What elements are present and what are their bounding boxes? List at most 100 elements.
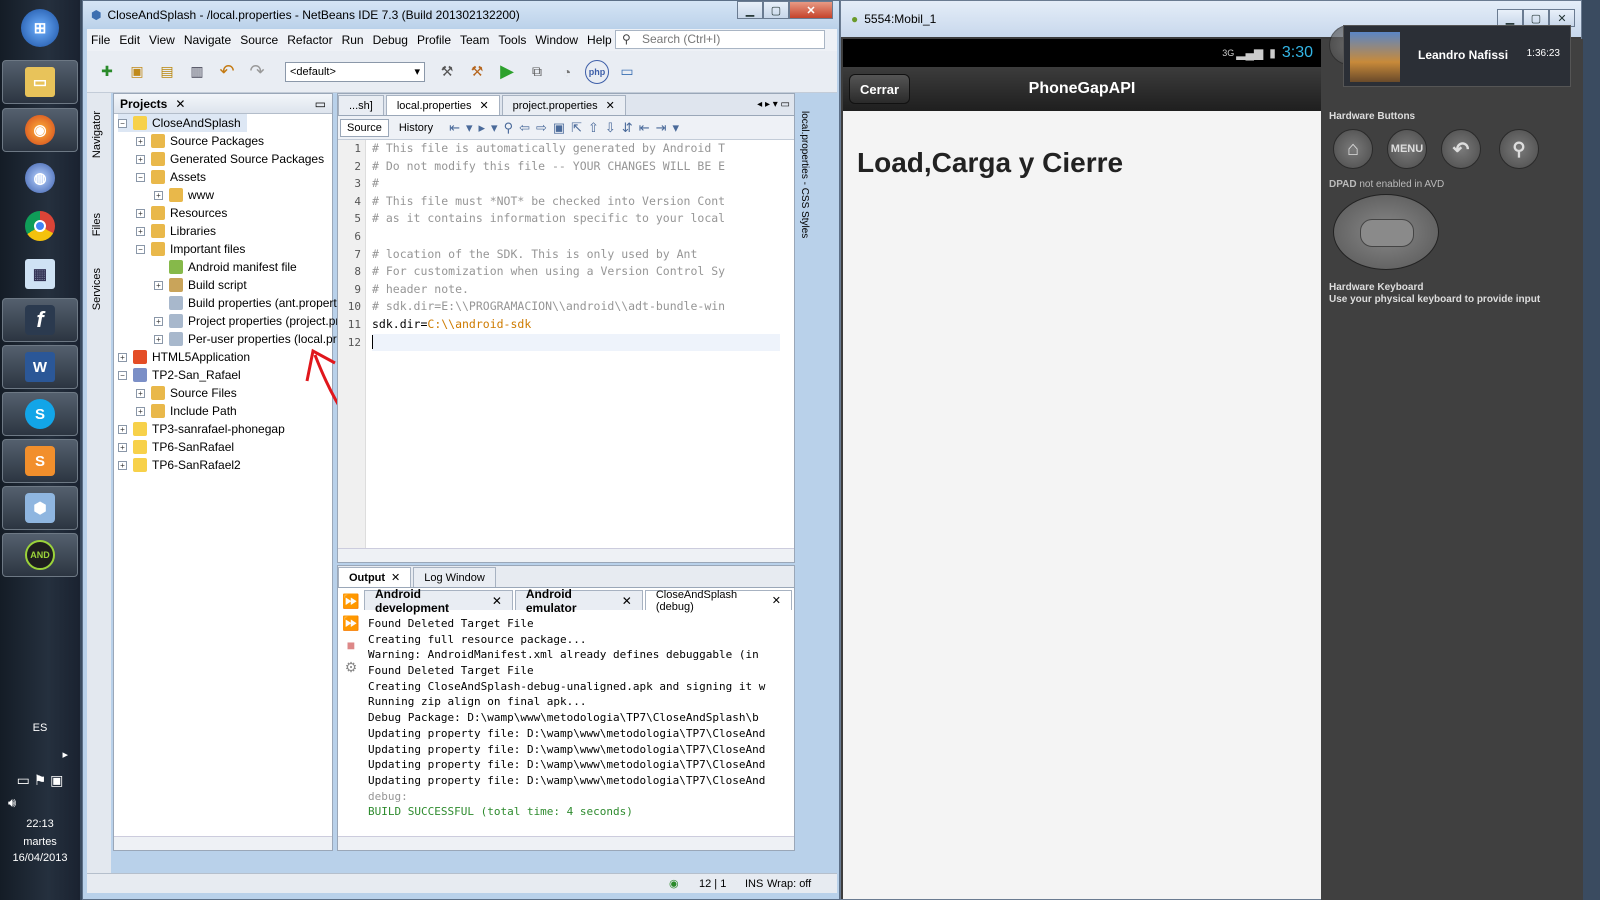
menu-help[interactable]: Help [587,33,612,47]
close-tab-icon[interactable]: ✕ [492,594,502,608]
dpad-center-button[interactable] [1360,219,1414,247]
back-icon[interactable]: ↶ [1441,129,1481,169]
menu-navigate[interactable]: Navigate [184,33,231,47]
taskbar-android[interactable]: AND [2,533,78,577]
language-indicator[interactable]: ES [0,722,80,734]
editor-tool-icons[interactable]: ⇤▾▸▾⚲⇦⇨▣⇱⇧⇩⇵⇤⇥▾ [449,120,685,136]
tab-sh[interactable]: ...sh] [338,95,384,115]
taskbar-flash[interactable]: f [2,298,78,342]
taskbar-chrome[interactable] [2,204,78,248]
taskbar-netbeans[interactable]: ⬢ [2,486,78,530]
tree-node-build-properties[interactable]: Build properties (ant.properties) [169,294,356,312]
menu-button[interactable]: MENU [1387,129,1427,169]
taskbar-skype[interactable]: S [2,392,78,436]
tree-node-important-files[interactable]: − Important files [136,240,245,258]
css-styles-strip[interactable]: local.properties - CSS Styles [799,111,817,271]
menu-edit[interactable]: Edit [119,33,140,47]
tree-node-libraries[interactable]: + Libraries [136,222,216,240]
volume-icon[interactable]: 🔊︎ [0,795,80,811]
open-project-icon[interactable]: ▤ [155,60,179,84]
netbeans-titlebar[interactable]: ⬢ CloseAndSplash - /local.properties - N… [83,1,839,28]
taskbar-nightly[interactable]: ◍ [2,156,78,200]
tree-node-html5application[interactable]: + HTML5Application [118,348,250,366]
navigator-tab[interactable]: Navigator [91,111,103,158]
tree-node-build-script[interactable]: + Build script [154,276,247,294]
tree-node-source-files[interactable]: + Source Files [136,384,237,402]
editor-hscrollbar[interactable] [338,548,794,562]
menu-file[interactable]: File [91,33,110,47]
code-area[interactable]: # This file is automatically generated b… [372,140,780,548]
menu-run[interactable]: Run [342,33,364,47]
rerun-icon[interactable]: ⏩ [340,590,362,612]
clean-build-icon[interactable]: ⚒ [465,60,489,84]
tree-node-closeandsplash[interactable]: − CloseAndSplash [118,114,247,132]
menu-profile[interactable]: Profile [417,33,451,47]
taskbar-calculator[interactable]: ▦ [2,252,78,296]
menu-source[interactable]: Source [240,33,278,47]
subtab-android-emulator[interactable]: Android emulator ✕ [514,587,643,615]
maximize-button[interactable]: ▢ [763,1,789,19]
windows-start-button[interactable]: ⊞ [2,6,78,50]
profile-icon[interactable]: ◔ [555,60,579,84]
home-icon[interactable]: ⌂ [1333,129,1373,169]
taskbar-firefox[interactable]: ◉ [2,108,78,152]
tab-nav-arrows[interactable]: ◂ ▸ ▾ ▭ [757,99,790,110]
undo-icon[interactable]: ↶ [215,60,239,84]
run-icon[interactable]: ▶ [495,60,519,84]
menu-tools[interactable]: Tools [498,33,526,47]
tree-node-generated-sources[interactable]: + Generated Source Packages [136,150,324,168]
tree-node-assets[interactable]: − Assets [136,168,206,186]
minimize-button[interactable]: ▁ [737,1,763,19]
tree-node-www[interactable]: + www [154,186,214,204]
clock-time[interactable]: 22:13 [0,818,80,830]
projects-header[interactable]: Projects ✕ ▭ [114,94,332,114]
close-tab-icon[interactable]: ✕ [391,571,400,584]
taskbar-word[interactable]: W [2,345,78,389]
menu-team[interactable]: Team [460,33,489,47]
debug-icon[interactable]: ⧉ [525,60,549,84]
config-select[interactable]: <default> [285,61,425,82]
cerrar-button[interactable]: Cerrar [849,74,911,104]
display-icon[interactable]: ▣ [50,772,63,788]
output-hscrollbar[interactable] [338,836,794,850]
notification-icon[interactable]: ◉ [669,877,679,890]
tree-node-resources[interactable]: + Resources [136,204,227,222]
menu-view[interactable]: View [149,33,175,47]
tree-node-tp6[interactable]: + TP6-SanRafael [118,438,234,456]
new-file-icon[interactable]: ✚ [95,60,119,84]
redo-icon[interactable]: ↷ [245,60,269,84]
services-tab[interactable]: Services [91,268,103,310]
close-tab-icon[interactable]: ✕ [175,97,185,111]
new-project-icon[interactable]: ▣ [125,60,149,84]
search-icon[interactable]: ⚲ [1499,129,1539,169]
files-tab[interactable]: Files [91,213,103,236]
minimize-panel-icon[interactable]: ▭ [315,97,326,111]
save-all-icon[interactable]: ▥ [185,60,209,84]
close-tab-icon[interactable]: ✕ [606,99,615,112]
build-hammer-icon[interactable]: ⚒ [435,60,459,84]
tree-node-manifest[interactable]: Android manifest file [169,258,297,276]
horizontal-scrollbar[interactable] [114,836,332,850]
flag-icon[interactable]: ⚑ [34,772,47,788]
php-icon[interactable]: php [585,59,609,84]
search-input[interactable]: ⚲ Search (Ctrl+I) [615,30,825,49]
tree-node-source-packages[interactable]: + Source Packages [136,132,264,150]
taskbar-sublime[interactable]: S [2,439,78,483]
source-button[interactable]: Source [340,118,389,137]
skype-notification[interactable]: Leandro Nafissi 1:36:23 [1343,25,1571,87]
browser-icon[interactable]: ▭ [615,60,639,84]
close-button[interactable]: ✕ [789,1,833,19]
menu-debug[interactable]: Debug [373,33,408,47]
dpad-control[interactable] [1333,194,1439,270]
tab-project-properties[interactable]: project.properties ✕ [501,95,626,115]
tree-node-tp3[interactable]: + TP3-sanrafael-phonegap [118,420,285,438]
close-tab-icon[interactable]: ✕ [479,99,488,112]
taskbar-explorer[interactable]: ▭ [2,60,78,104]
settings-icon[interactable]: ⚙ [340,656,362,678]
tree-node-tp6-2[interactable]: + TP6-SanRafael2 [118,456,241,474]
subtab-android-development[interactable]: Android development ✕ [364,587,513,615]
history-button[interactable]: History [392,119,440,137]
tray-expand-icon[interactable]: ▸ [0,748,80,761]
output-text[interactable]: Found Deleted Target File Creating full r… [368,616,778,836]
subtab-debug[interactable]: CloseAndSplash (debug) ✕ [644,589,792,613]
